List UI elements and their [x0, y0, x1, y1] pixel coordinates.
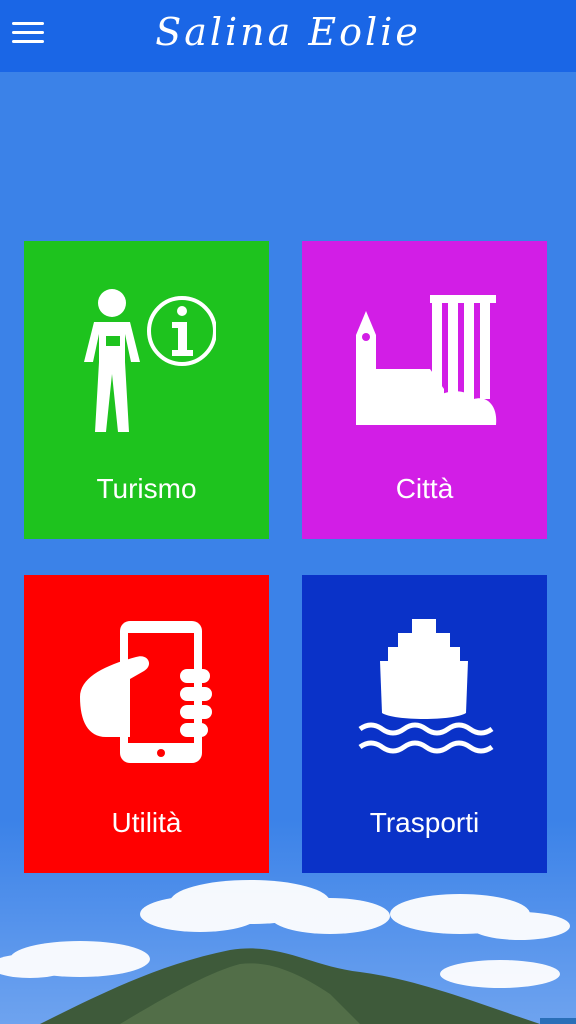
tile-citta[interactable]: Città — [302, 241, 547, 539]
app-title: Salina Eolie — [155, 10, 421, 54]
tile-label: Trasporti — [369, 807, 480, 838]
tile-utilita[interactable]: Utilità — [24, 575, 269, 873]
smartphone-hand-icon — [80, 621, 212, 763]
island-landscape-image — [0, 880, 576, 1024]
tile-label: Città — [395, 473, 454, 504]
city-buildings-icon — [356, 295, 497, 425]
tourist-info-icon — [84, 289, 216, 432]
tile-label: Utilità — [111, 807, 182, 838]
tile-turismo[interactable]: Turismo — [24, 241, 269, 539]
tile-label: Turismo — [96, 473, 197, 504]
tile-trasporti[interactable]: Trasporti — [302, 575, 547, 873]
ferry-ship-icon — [358, 619, 494, 754]
top-bar: Salina Eolie — [0, 0, 576, 72]
